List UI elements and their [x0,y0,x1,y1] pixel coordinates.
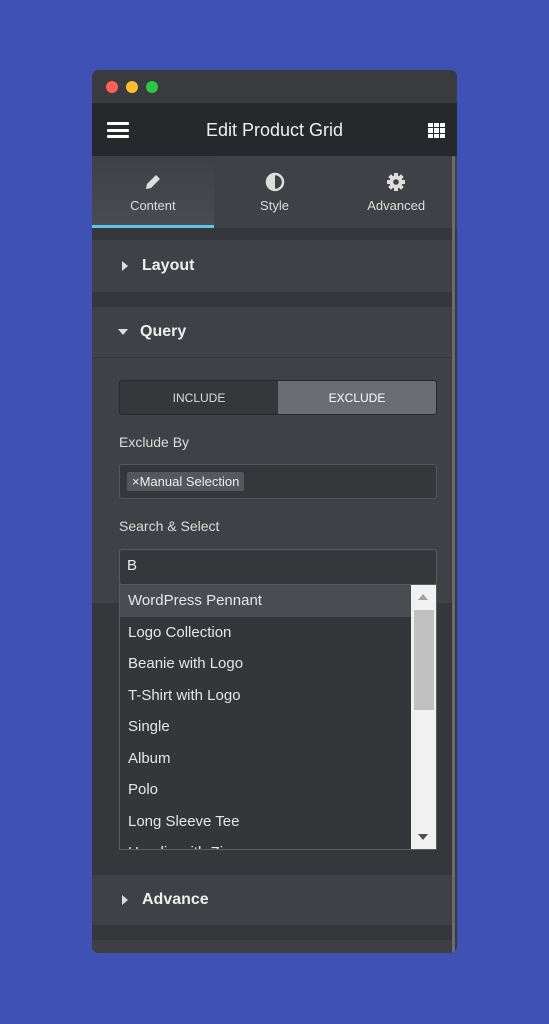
dropdown-option[interactable]: Beanie with Logo [120,648,412,680]
caret-right-icon [122,260,128,271]
include-button[interactable]: INCLUDE [120,381,278,414]
search-results-dropdown: WordPress Pennant Logo Collection Beanie w… [119,584,437,850]
tab-advanced[interactable]: Advanced [335,156,457,228]
dropdown-option[interactable]: Single [120,711,412,743]
section-title: Query [140,323,187,340]
exclude-by-label: Exclude By [119,434,190,450]
scrollbar-thumb[interactable] [414,610,434,710]
maximize-window-button[interactable] [146,81,158,93]
dropdown-option[interactable]: Long Sleeve Tee [120,806,412,838]
contrast-icon [265,172,284,192]
section-query-header[interactable]: Query [92,307,453,358]
section-title: Layout [142,256,195,274]
panel-header: Edit Product Grid [92,103,457,156]
scroll-up-icon[interactable] [418,594,428,600]
dropdown-scrollbar[interactable] [411,585,436,849]
dropdown-option[interactable]: Logo Collection [120,617,412,649]
caret-right-icon [122,895,128,905]
selected-chip: ×Manual Selection [127,472,245,491]
caret-down-icon [118,329,128,335]
panel-scrollbar[interactable] [452,156,455,953]
grid-icon[interactable] [428,123,445,138]
dropdown-option[interactable]: Polo [120,774,412,806]
section-layout[interactable]: Layout [92,240,453,292]
close-window-button[interactable] [106,81,118,93]
minimize-window-button[interactable] [126,81,138,93]
tab-label: Content [130,198,176,213]
page-title: Edit Product Grid [205,120,344,140]
title-bar [92,70,457,103]
section-title: Advance [142,891,209,908]
search-select-label: Search & Select [119,518,220,534]
dropdown-option[interactable]: Album [120,743,412,775]
include-exclude-toggle: INCLUDE EXCLUDE [119,380,437,415]
tab-label: Style [260,198,289,213]
next-section [92,940,453,953]
section-advance[interactable]: Advance [92,875,453,925]
search-input[interactable]: B [119,549,437,585]
tab-label: Advanced [367,198,426,213]
pencil-icon [145,175,160,189]
tab-content[interactable]: Content [92,156,214,228]
dropdown-option[interactable]: WordPress Pennant [120,585,412,617]
tab-style[interactable]: Style [214,156,336,228]
exclude-by-select[interactable]: ×Manual Selection [119,464,437,499]
scroll-down-icon[interactable] [418,834,428,840]
panel-tabs: Content Style Advanced [92,156,457,228]
dropdown-option[interactable]: Hoodie with Zipper [120,837,412,849]
chip-label: Manual Selection [139,474,240,489]
gear-icon [387,173,406,191]
dropdown-option[interactable]: T-Shirt with Logo [120,680,412,712]
chip-remove-icon[interactable]: × [132,474,140,489]
exclude-button[interactable]: EXCLUDE [278,381,436,414]
